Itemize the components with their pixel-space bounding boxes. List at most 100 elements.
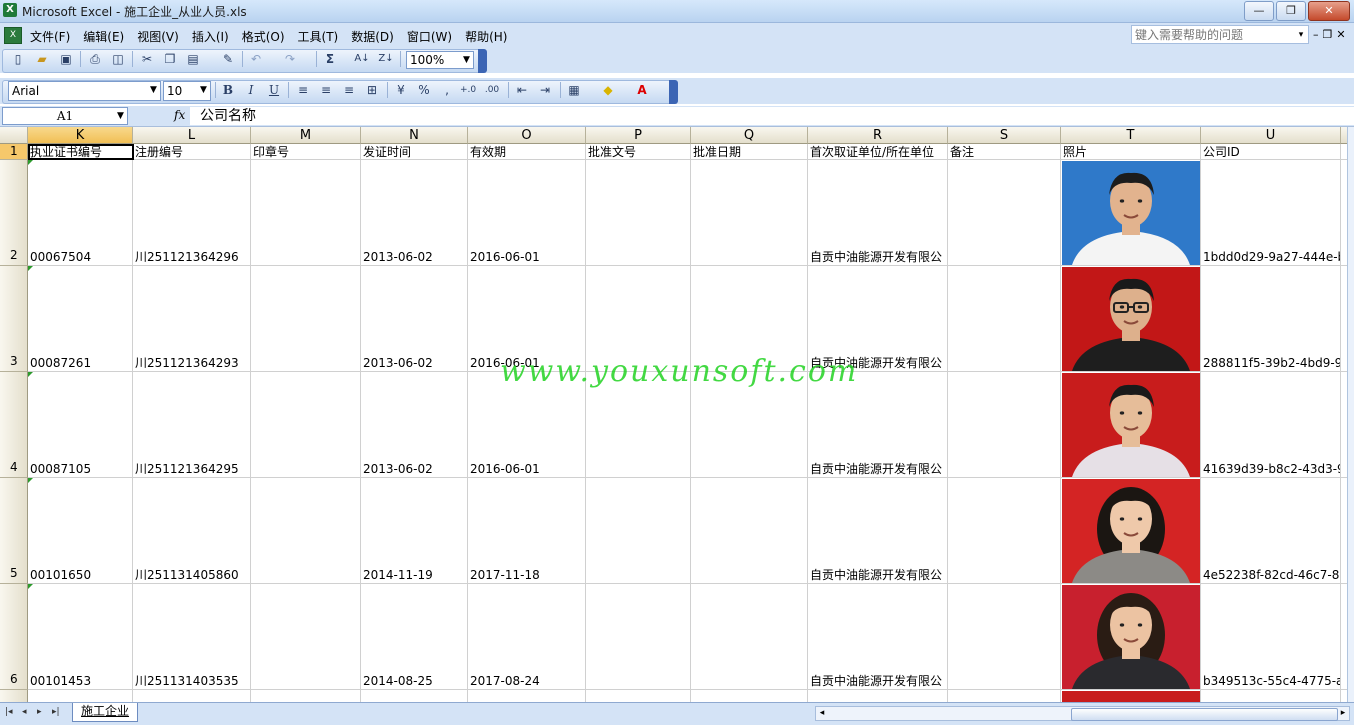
photo-man-glasses-red-background[interactable] <box>1062 267 1200 371</box>
header-cell[interactable]: 批准日期 <box>693 145 807 159</box>
decrease-indent-icon[interactable]: ⇤ <box>514 82 530 98</box>
header-cell[interactable]: 备注 <box>950 145 1060 159</box>
menu-edit[interactable]: 编辑(E) <box>83 28 124 45</box>
chevron-down-icon[interactable]: ▼ <box>115 108 126 124</box>
align-left-icon[interactable]: ≡ <box>295 82 311 98</box>
chevron-down-icon[interactable]: ▾ <box>1295 26 1307 45</box>
minimize-button[interactable]: — <box>1244 1 1274 21</box>
align-center-icon[interactable]: ≡ <box>318 82 334 98</box>
doc-restore-button[interactable]: ❐ <box>1323 28 1333 41</box>
document-control-icon[interactable]: X <box>4 27 22 44</box>
font-color-icon[interactable]: A <box>634 82 650 98</box>
table-cell-reg-no[interactable]: 川251121364296 <box>135 250 250 264</box>
menu-insert[interactable]: 插入(I) <box>192 28 229 45</box>
redo-icon[interactable]: ↷ <box>282 51 298 67</box>
increase-decimal-icon[interactable]: +.0 <box>460 82 476 98</box>
table-cell-valid-until[interactable]: 2016-06-01 <box>470 250 585 264</box>
increase-indent-icon[interactable]: ⇥ <box>537 82 553 98</box>
table-cell-valid-until[interactable]: 2017-08-24 <box>470 674 585 688</box>
scroll-left-icon[interactable]: ◂ <box>816 707 828 720</box>
row-header[interactable]: 3 <box>0 266 28 372</box>
help-search-input[interactable]: 键入需要帮助的问题 ▾ <box>1131 25 1309 44</box>
menu-help[interactable]: 帮助(H) <box>465 28 507 45</box>
row-header[interactable]: 1 <box>0 144 28 160</box>
chevron-down-icon[interactable]: ▼ <box>198 82 209 98</box>
photo-man-blue-background[interactable] <box>1062 161 1200 265</box>
table-cell-cert-no[interactable]: 00101453 <box>30 674 132 688</box>
chevron-down-icon[interactable]: ▼ <box>148 82 159 98</box>
menu-window[interactable]: 窗口(W) <box>407 28 452 45</box>
header-cell[interactable]: 发证时间 <box>363 145 467 159</box>
vertical-scrollbar[interactable] <box>1347 127 1354 702</box>
restore-button[interactable]: ❐ <box>1276 1 1306 21</box>
menu-format[interactable]: 格式(O) <box>242 28 285 45</box>
new-file-icon[interactable]: ▯ <box>10 51 26 67</box>
underline-icon[interactable]: U <box>266 82 282 98</box>
table-cell-valid-until[interactable]: 2017-11-18 <box>470 568 585 582</box>
table-cell-reg-no[interactable]: 川251131403535 <box>135 674 250 688</box>
next-sheet-button[interactable]: ▸ <box>37 707 42 717</box>
autosum-icon[interactable]: Σ <box>322 51 338 67</box>
format-painter-icon[interactable]: ✎ <box>220 51 236 67</box>
photo-woman-jacket-red-background[interactable] <box>1062 479 1200 583</box>
column-header-m[interactable]: M <box>251 127 361 144</box>
menu-data[interactable]: 数据(D) <box>351 28 394 45</box>
column-header-s[interactable]: S <box>948 127 1061 144</box>
spreadsheet-grid[interactable]: K L M N O P Q R S T U 1 2 3 4 5 6 执业证书编号 注册编号 印章号 发证时间 有效期 批准文… <box>0 127 1354 702</box>
row-header[interactable]: 4 <box>0 372 28 478</box>
print-preview-icon[interactable]: ◫ <box>110 51 126 67</box>
copy-icon[interactable]: ❐ <box>162 51 178 67</box>
column-header-p[interactable]: P <box>586 127 691 144</box>
column-header-l[interactable]: L <box>133 127 251 144</box>
table-cell-cert-no[interactable]: 00087105 <box>30 462 132 476</box>
undo-icon[interactable]: ↶ <box>248 51 264 67</box>
fill-color-icon[interactable]: ◆ <box>600 82 616 98</box>
doc-close-button[interactable]: ✕ <box>1336 28 1345 41</box>
header-cell[interactable]: 注册编号 <box>135 145 250 159</box>
percent-icon[interactable]: % <box>416 82 432 98</box>
photo-woman-red-background[interactable] <box>1062 585 1200 689</box>
table-cell-company-id[interactable]: b349513c-55c4-4775-a4a <box>1203 674 1340 688</box>
toolbar-options-icon[interactable] <box>478 49 487 73</box>
menu-tools[interactable]: 工具(T) <box>298 28 339 45</box>
row-header[interactable]: 6 <box>0 584 28 690</box>
paste-icon[interactable]: ▤ <box>185 51 201 67</box>
row-header[interactable]: 2 <box>0 160 28 266</box>
borders-icon[interactable]: ▦ <box>566 82 582 98</box>
last-sheet-button[interactable]: ▸| <box>52 707 60 717</box>
decrease-decimal-icon[interactable]: .00 <box>484 82 500 98</box>
header-cell[interactable]: 公司ID <box>1203 145 1340 159</box>
font-size-select[interactable]: 10 ▼ <box>163 81 211 101</box>
chevron-down-icon[interactable]: ▼ <box>461 52 472 68</box>
table-cell-issue-date[interactable]: 2013-06-02 <box>363 356 467 370</box>
table-cell-issue-date[interactable]: 2013-06-02 <box>363 250 467 264</box>
column-header-r[interactable]: R <box>808 127 948 144</box>
first-sheet-button[interactable]: |◂ <box>5 707 13 717</box>
column-header-o[interactable]: O <box>468 127 586 144</box>
column-header-n[interactable]: N <box>361 127 468 144</box>
header-cell[interactable]: 批准文号 <box>588 145 690 159</box>
scroll-right-icon[interactable]: ▸ <box>1337 707 1349 720</box>
table-cell-cert-no[interactable]: 00087261 <box>30 356 132 370</box>
header-cell[interactable]: 印章号 <box>253 145 360 159</box>
table-cell-cert-no[interactable]: 00067504 <box>30 250 132 264</box>
excel-app-icon[interactable]: X <box>3 3 17 17</box>
zoom-select[interactable]: 100% ▼ <box>406 51 474 69</box>
close-button[interactable]: ✕ <box>1308 1 1350 21</box>
header-cell[interactable]: 首次取证单位/所在单位 <box>810 145 947 159</box>
print-icon[interactable]: ⎙ <box>87 51 103 67</box>
toolbar-options-icon[interactable] <box>669 80 678 104</box>
table-cell-unit[interactable]: 自贡中油能源开发有限公 <box>810 568 947 582</box>
header-cell[interactable]: 有效期 <box>470 145 585 159</box>
table-cell-unit[interactable]: 自贡中油能源开发有限公 <box>810 250 947 264</box>
table-cell-issue-date[interactable]: 2014-08-25 <box>363 674 467 688</box>
menu-file[interactable]: 文件(F) <box>30 28 70 45</box>
merge-center-icon[interactable]: ⊞ <box>364 82 380 98</box>
photo-man-striped-shirt-red-background[interactable] <box>1062 373 1200 477</box>
table-cell-company-id[interactable]: 1bdd0d29-9a27-444e-b7f4 <box>1203 250 1340 264</box>
font-name-select[interactable]: Arial ▼ <box>8 81 161 101</box>
sort-ascending-icon[interactable]: A↓ <box>354 51 370 67</box>
currency-icon[interactable]: ¥ <box>393 82 409 98</box>
align-right-icon[interactable]: ≡ <box>341 82 357 98</box>
table-cell-reg-no[interactable]: 川251131405860 <box>135 568 250 582</box>
